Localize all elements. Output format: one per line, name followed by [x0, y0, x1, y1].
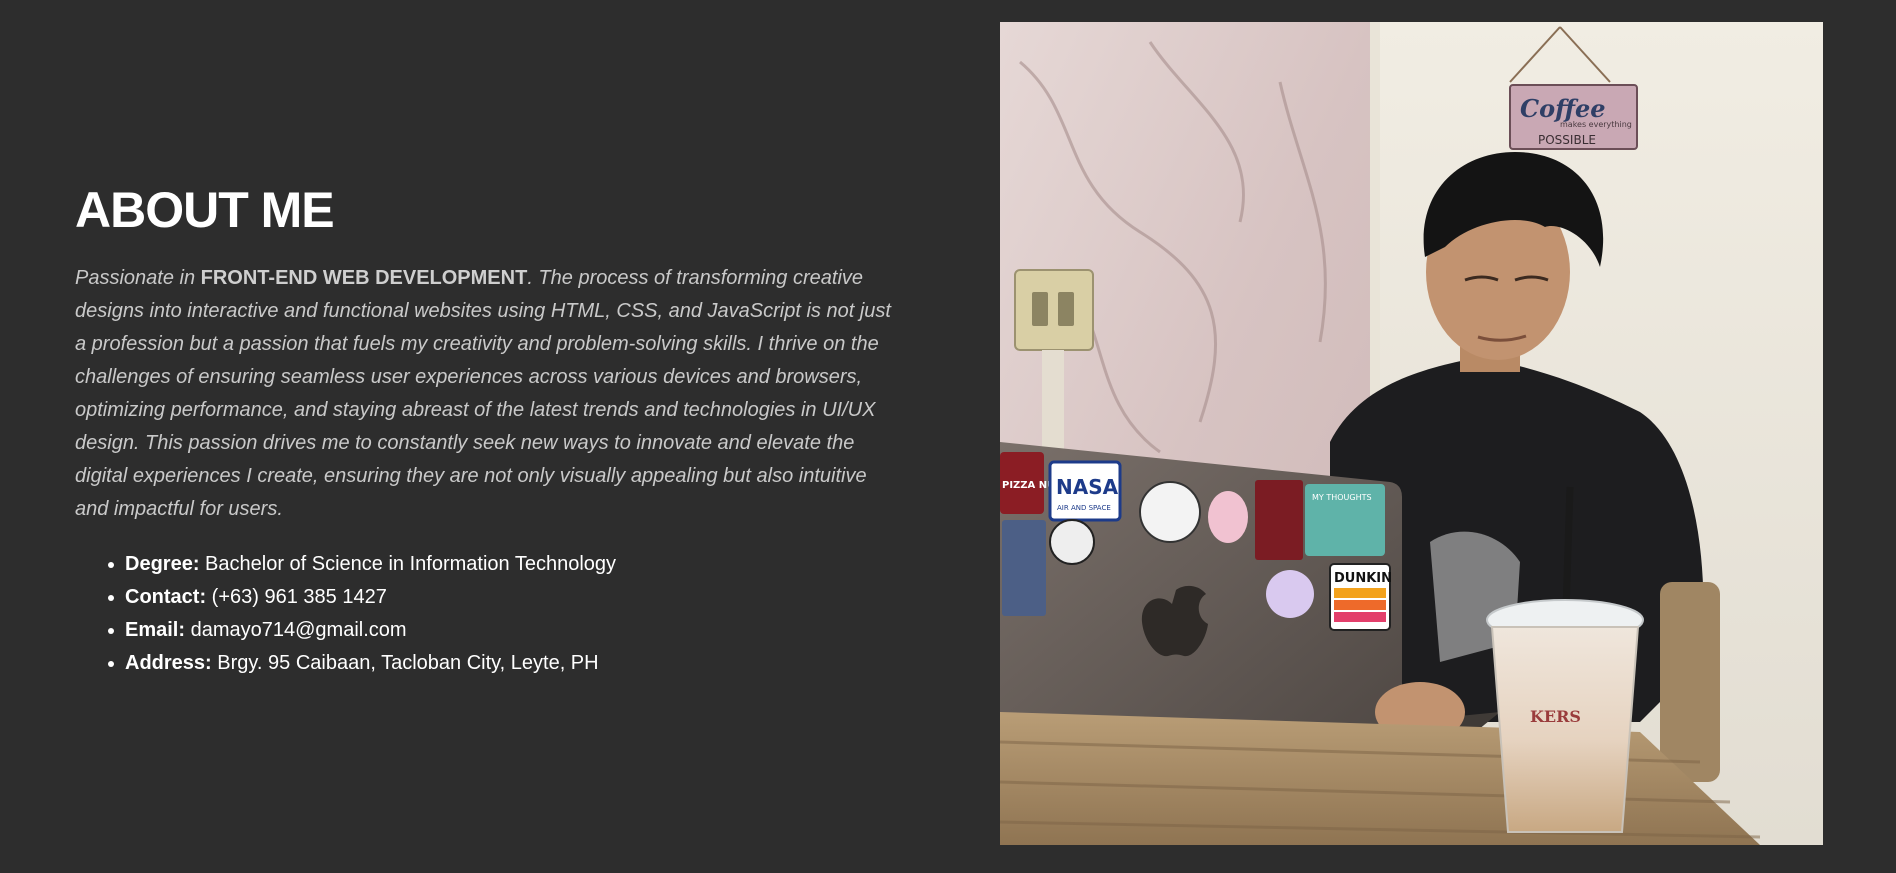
detail-label: Contact: [125, 586, 207, 608]
sticker-dunkin-text: DUNKIN [1334, 571, 1392, 586]
sticker-nike [1255, 480, 1303, 560]
about-section: ABOUT ME Passionate in FRONT-END WEB DEV… [0, 0, 1896, 873]
profile-photo: Coffee makes everything POSSIBLE PIZZA N… [1000, 22, 1823, 845]
sign-text-2: makes everything [1560, 120, 1632, 129]
detail-degree: Degree: Bachelor of Science in Informati… [108, 548, 905, 581]
sign-text-3: POSSIBLE [1538, 133, 1596, 147]
sticker-thoughts-text: MY THOUGHTS [1312, 493, 1372, 502]
detail-value: damayo714@gmail.com [190, 619, 407, 641]
outlet-socket [1032, 292, 1048, 326]
intro-rest: . The process of transforming creative d… [75, 267, 891, 520]
detail-email: Email: damayo714@gmail.com [108, 614, 905, 647]
sticker-purple [1266, 570, 1314, 618]
sticker-photo [1002, 520, 1046, 616]
coffee-cup [1490, 626, 1640, 833]
intro-lead: Passionate in [75, 267, 196, 289]
dunkin-stripe [1334, 600, 1386, 610]
page-title: ABOUT ME [75, 182, 335, 238]
sticker-round-2 [1049, 519, 1095, 565]
detail-label: Email: [125, 619, 186, 641]
detail-label: Address: [125, 652, 212, 674]
about-text-column: ABOUT ME Passionate in FRONT-END WEB DEV… [75, 176, 905, 680]
details-list: Degree: Bachelor of Science in Informati… [75, 548, 905, 680]
wall-outlet [1014, 269, 1094, 351]
dunkin-stripe [1334, 612, 1386, 622]
detail-address: Address: Brgy. 95 Caibaan, Tacloban City… [108, 647, 905, 680]
sign-text-1: Coffee [1520, 94, 1606, 123]
wicker-chair [1660, 582, 1720, 782]
cup-text: KERS [1530, 707, 1581, 726]
intro-highlight: FRONT-END WEB DEVELOPMENT [200, 267, 528, 289]
outlet-socket [1058, 292, 1074, 326]
detail-label: Degree: [125, 553, 200, 575]
detail-value: (+63) 961 385 1427 [211, 586, 387, 608]
detail-contact: Contact: (+63) 961 385 1427 [108, 581, 905, 614]
about-intro: Passionate in FRONT-END WEB DEVELOPMENT.… [75, 262, 905, 526]
sticker-nasa-sub: AIR AND SPACE [1057, 504, 1111, 512]
detail-value: Brgy. 95 Caibaan, Tacloban City, Leyte, … [217, 652, 599, 674]
sticker-round [1139, 481, 1201, 543]
sticker-pink [1208, 491, 1248, 543]
sticker-nasa-text: NASA [1056, 475, 1119, 499]
dunkin-stripe [1334, 588, 1386, 598]
profile-photo-illustration: Coffee makes everything POSSIBLE PIZZA N… [1000, 22, 1823, 845]
detail-value: Bachelor of Science in Information Techn… [205, 553, 617, 575]
